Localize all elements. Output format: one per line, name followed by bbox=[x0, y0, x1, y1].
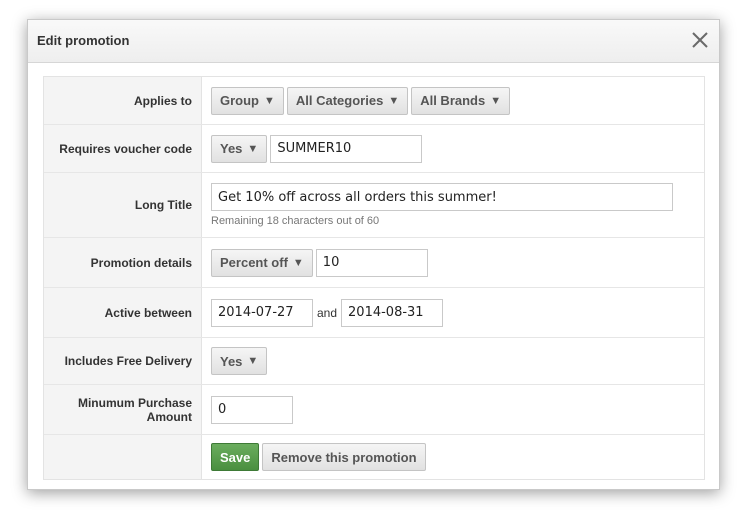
voucher-required-dropdown[interactable]: Yes ▼ bbox=[211, 134, 268, 163]
voucher-controls: Yes ▼ SUMMER10 bbox=[202, 125, 704, 172]
end-date-input[interactable]: 2014-08-31 bbox=[341, 298, 444, 327]
minimum-purchase-row: Minumum Purchase Amount 0 bbox=[44, 385, 704, 435]
applies-to-label: Applies to bbox=[44, 77, 202, 124]
promotion-type-dropdown[interactable]: Percent off ▼ bbox=[211, 248, 313, 277]
promotion-details-controls: Percent off ▼ 10 bbox=[202, 238, 704, 287]
remove-promotion-button[interactable]: Remove this promotion bbox=[262, 443, 426, 471]
active-between-label: Active between bbox=[44, 288, 202, 337]
voucher-code-input[interactable]: SUMMER10 bbox=[270, 134, 423, 163]
active-between-row: Active between 2014-07-27 and 2014-08-31 bbox=[44, 288, 704, 338]
minimum-purchase-controls: 0 bbox=[202, 385, 704, 434]
long-title-row: Long Title Get 10% off across all orders… bbox=[44, 173, 704, 238]
free-delivery-row: Includes Free Delivery Yes ▼ bbox=[44, 338, 704, 385]
and-text: and bbox=[317, 305, 338, 320]
edit-promotion-dialog: Edit promotion Applies to Group ▼ All Ca… bbox=[27, 19, 720, 490]
chevron-down-icon: ▼ bbox=[292, 256, 304, 269]
minimum-purchase-label-line2: Amount bbox=[146, 409, 192, 424]
minimum-purchase-label-line1: Minumum Purchase bbox=[77, 395, 192, 410]
chevron-down-icon: ▼ bbox=[490, 94, 502, 107]
actions-label-spacer bbox=[44, 435, 202, 479]
promotion-amount-input[interactable]: 10 bbox=[315, 248, 428, 277]
group-dropdown[interactable]: Group ▼ bbox=[211, 86, 284, 115]
promotion-type-value: Percent off bbox=[220, 255, 288, 270]
group-dropdown-label: Group bbox=[220, 93, 259, 108]
close-icon[interactable] bbox=[689, 29, 711, 51]
minimum-purchase-input[interactable]: 0 bbox=[211, 395, 293, 424]
applies-to-controls: Group ▼ All Categories ▼ All Brands ▼ bbox=[202, 77, 704, 124]
applies-to-row: Applies to Group ▼ All Categories ▼ All … bbox=[44, 77, 704, 125]
long-title-controls: Get 10% off across all orders this summe… bbox=[202, 173, 704, 237]
categories-dropdown-label: All Categories bbox=[295, 93, 384, 108]
brands-dropdown[interactable]: All Brands ▼ bbox=[411, 86, 511, 115]
chevron-down-icon: ▼ bbox=[388, 94, 400, 107]
voucher-required-value: Yes bbox=[220, 141, 243, 156]
voucher-row: Requires voucher code Yes ▼ SUMMER10 bbox=[44, 125, 704, 173]
free-delivery-value: Yes bbox=[220, 353, 243, 369]
brands-dropdown-label: All Brands bbox=[420, 93, 486, 108]
long-title-label: Long Title bbox=[44, 173, 202, 237]
chevron-down-icon: ▼ bbox=[247, 142, 259, 155]
save-button[interactable]: Save bbox=[211, 443, 260, 471]
free-delivery-controls: Yes ▼ bbox=[202, 338, 704, 384]
long-title-hint: Remaining 18 characters out of 60 bbox=[211, 215, 380, 227]
actions-row: Save Remove this promotion bbox=[44, 435, 704, 479]
free-delivery-label: Includes Free Delivery bbox=[44, 338, 202, 384]
dialog-title: Edit promotion bbox=[37, 33, 130, 48]
minimum-purchase-label: Minumum Purchase Amount bbox=[44, 385, 202, 434]
chevron-down-icon: ▼ bbox=[264, 94, 275, 107]
actions-controls: Save Remove this promotion bbox=[202, 435, 704, 479]
active-between-controls: 2014-07-27 and 2014-08-31 bbox=[202, 288, 704, 337]
promotion-details-row: Promotion details Percent off ▼ 10 bbox=[44, 238, 704, 288]
start-date-input[interactable]: 2014-07-27 bbox=[211, 298, 313, 327]
dialog-titlebar: Edit promotion bbox=[28, 20, 719, 63]
promotion-form: Applies to Group ▼ All Categories ▼ All … bbox=[43, 76, 705, 480]
long-title-input[interactable]: Get 10% off across all orders this summe… bbox=[211, 183, 673, 211]
voucher-label: Requires voucher code bbox=[44, 125, 202, 172]
chevron-down-icon: ▼ bbox=[247, 355, 259, 367]
categories-dropdown[interactable]: All Categories ▼ bbox=[286, 86, 409, 115]
promotion-details-label: Promotion details bbox=[44, 238, 202, 287]
free-delivery-dropdown[interactable]: Yes ▼ bbox=[211, 347, 268, 375]
